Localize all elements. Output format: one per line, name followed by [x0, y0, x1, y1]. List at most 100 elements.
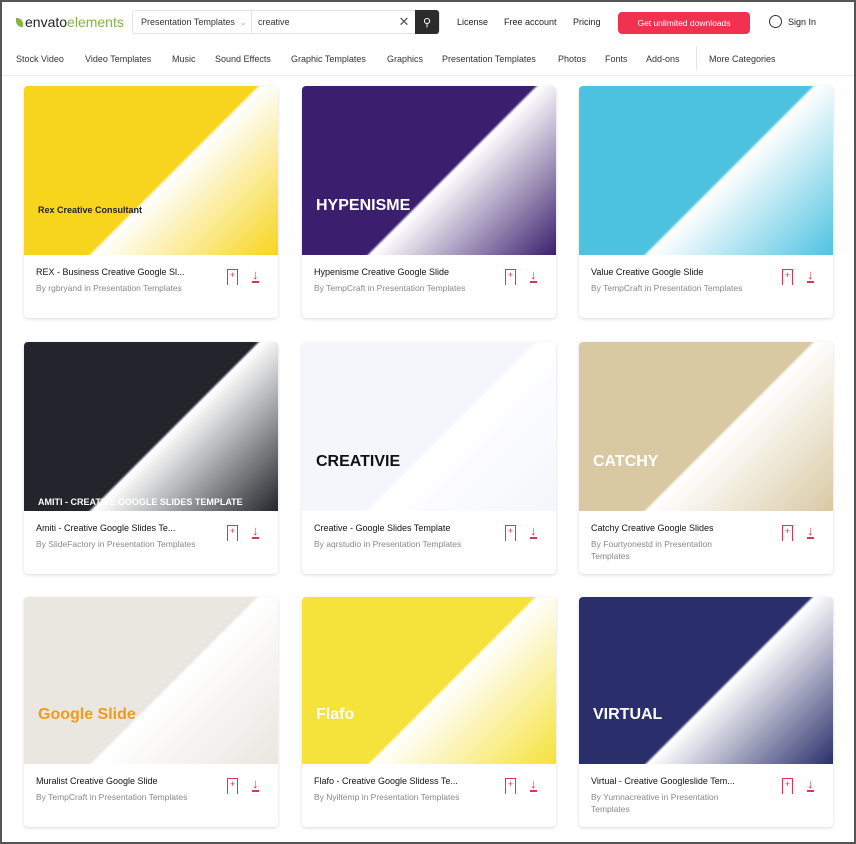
bookmark-add-icon[interactable]: +: [505, 525, 516, 541]
pricing-link[interactable]: Pricing: [573, 17, 601, 27]
template-card[interactable]: Value Creative Google Slide By TempCraft…: [579, 86, 833, 318]
nav-add-ons[interactable]: Add-ons: [646, 54, 680, 64]
card-info: Flafo - Creative Google Slidess Te... By…: [302, 764, 556, 827]
download-icon[interactable]: ↓: [252, 524, 259, 539]
thumbnail-text: Rex Creative Consultant: [38, 205, 143, 215]
card-title[interactable]: Creative - Google Slides Template: [314, 523, 489, 533]
template-thumbnail[interactable]: VIRTUAL: [579, 597, 833, 764]
template-thumbnail[interactable]: HYPENISME: [302, 86, 556, 255]
card-title[interactable]: Value Creative Google Slide: [591, 267, 766, 277]
card-title[interactable]: Flafo - Creative Google Slidess Te...: [314, 776, 489, 786]
download-icon[interactable]: ↓: [530, 777, 537, 792]
nav-more-categories[interactable]: More Categories: [709, 54, 776, 64]
sign-in-link[interactable]: Sign In: [788, 17, 816, 27]
card-byline: By rgbryand in Presentation Templates: [36, 283, 182, 293]
card-info: Hypenisme Creative Google Slide By TempC…: [302, 255, 556, 318]
nav-fonts[interactable]: Fonts: [605, 54, 628, 64]
card-info: Virtual - Creative Googleslide Tem... By…: [579, 764, 833, 827]
bookmark-add-icon[interactable]: +: [782, 778, 793, 794]
template-card[interactable]: CREATIVIE Creative - Google Slides Templ…: [302, 342, 556, 574]
card-info: Catchy Creative Google Slides By Fourtyo…: [579, 511, 833, 574]
card-byline: By Nyiltemp in Presentation Templates: [314, 792, 460, 802]
thumbnail-text: HYPENISME: [316, 197, 411, 214]
card-info: Creative - Google Slides Template By aqr…: [302, 511, 556, 574]
nav-divider: [696, 46, 697, 70]
nav-graphic-templates[interactable]: Graphic Templates: [291, 54, 366, 64]
download-icon[interactable]: ↓: [807, 268, 814, 283]
search-bar: Presentation Templates ⌄ creative ✕ ⚲: [132, 10, 440, 34]
nav-sound-effects[interactable]: Sound Effects: [215, 54, 271, 64]
bookmark-add-icon[interactable]: +: [227, 778, 238, 794]
chevron-down-icon: ⌄: [239, 17, 247, 27]
download-icon[interactable]: ↓: [530, 524, 537, 539]
card-byline: By TempCraft in Presentation Templates: [591, 283, 743, 293]
template-thumbnail[interactable]: CREATIVIE: [302, 342, 556, 511]
card-byline: By TempCraft in Presentation Templates: [36, 792, 188, 802]
leaf-icon: [16, 17, 23, 27]
download-icon[interactable]: ↓: [807, 524, 814, 539]
get-unlimited-downloads-button[interactable]: Get unlimited downloads: [618, 12, 750, 34]
card-byline: By Yumnacreative in Presentation Templat…: [591, 792, 719, 814]
free-account-link[interactable]: Free account: [504, 17, 557, 27]
bookmark-add-icon[interactable]: +: [782, 525, 793, 541]
template-thumbnail[interactable]: [579, 86, 833, 255]
user-icon[interactable]: [769, 15, 782, 28]
category-label: Presentation Templates: [141, 17, 235, 27]
template-thumbnail[interactable]: Flafo: [302, 597, 556, 764]
template-card[interactable]: Flafo Flafo - Creative Google Slidess Te…: [302, 597, 556, 827]
logo-suffix: elements: [67, 14, 124, 30]
bookmark-add-icon[interactable]: +: [782, 269, 793, 285]
nav-photos[interactable]: Photos: [558, 54, 586, 64]
template-card[interactable]: VIRTUAL Virtual - Creative Googleslide T…: [579, 597, 833, 827]
card-title[interactable]: REX - Business Creative Google Sl...: [36, 267, 211, 277]
card-info: REX - Business Creative Google Sl... By …: [24, 255, 278, 318]
template-card[interactable]: AMITI - CREATIVE GOOGLE SLIDES TEMPLATE …: [24, 342, 278, 574]
template-thumbnail[interactable]: Rex Creative Consultant: [24, 86, 278, 255]
download-icon[interactable]: ↓: [252, 268, 259, 283]
nav-music[interactable]: Music: [172, 54, 196, 64]
category-dropdown[interactable]: Presentation Templates ⌄: [133, 11, 252, 33]
template-card[interactable]: Rex Creative Consultant REX - Business C…: [24, 86, 278, 318]
card-info: Muralist Creative Google Slide By TempCr…: [24, 764, 278, 827]
template-card[interactable]: HYPENISME Hypenisme Creative Google Slid…: [302, 86, 556, 318]
search-button[interactable]: ⚲: [415, 10, 439, 34]
template-thumbnail[interactable]: Google Slide: [24, 597, 278, 764]
search-icon: ⚲: [422, 16, 432, 29]
thumbnail-text: CREATIVIE: [316, 453, 401, 470]
card-title[interactable]: Catchy Creative Google Slides: [591, 523, 766, 533]
card-title[interactable]: Amiti - Creative Google Slides Te...: [36, 523, 211, 533]
nav-stock-video[interactable]: Stock Video: [16, 54, 64, 64]
card-byline: By Fourtyonestd in Presentation Template…: [591, 539, 712, 561]
thumbnail-text: Google Slide: [38, 706, 136, 723]
card-byline: By aqrstudio in Presentation Templates: [314, 539, 462, 549]
card-title[interactable]: Hypenisme Creative Google Slide: [314, 267, 489, 277]
template-card[interactable]: Google Slide Muralist Creative Google Sl…: [24, 597, 278, 827]
search-input[interactable]: creative: [252, 17, 393, 27]
top-header: envato elements Presentation Templates ⌄ c…: [2, 2, 854, 44]
download-icon[interactable]: ↓: [807, 777, 814, 792]
thumbnail-text: AMITI - CREATIVE GOOGLE SLIDES TEMPLATE: [38, 497, 243, 507]
card-byline: By TempCraft in Presentation Templates: [314, 283, 466, 293]
nav-video-templates[interactable]: Video Templates: [85, 54, 151, 64]
bookmark-add-icon[interactable]: +: [505, 778, 516, 794]
thumbnail-text: VIRTUAL: [593, 706, 663, 723]
bookmark-add-icon[interactable]: +: [227, 269, 238, 285]
card-title[interactable]: Muralist Creative Google Slide: [36, 776, 211, 786]
thumbnail-text: Flafo: [316, 706, 355, 723]
nav-presentation-templates[interactable]: Presentation Templates: [442, 54, 536, 64]
thumbnail-text: CATCHY: [593, 453, 659, 470]
license-link[interactable]: License: [457, 17, 488, 27]
download-icon[interactable]: ↓: [530, 268, 537, 283]
bookmark-add-icon[interactable]: +: [505, 269, 516, 285]
envato-logo[interactable]: envato elements: [16, 14, 124, 30]
template-thumbnail[interactable]: CATCHY: [579, 342, 833, 511]
template-card[interactable]: CATCHY Catchy Creative Google Slides By …: [579, 342, 833, 574]
card-title[interactable]: Virtual - Creative Googleslide Tem...: [591, 776, 766, 786]
card-byline: By SlideFactory in Presentation Template…: [36, 539, 196, 549]
clear-search-icon[interactable]: ✕: [393, 14, 415, 30]
card-info: Value Creative Google Slide By TempCraft…: [579, 255, 833, 318]
nav-graphics[interactable]: Graphics: [387, 54, 423, 64]
download-icon[interactable]: ↓: [252, 777, 259, 792]
template-thumbnail[interactable]: AMITI - CREATIVE GOOGLE SLIDES TEMPLATE: [24, 342, 278, 511]
bookmark-add-icon[interactable]: +: [227, 525, 238, 541]
